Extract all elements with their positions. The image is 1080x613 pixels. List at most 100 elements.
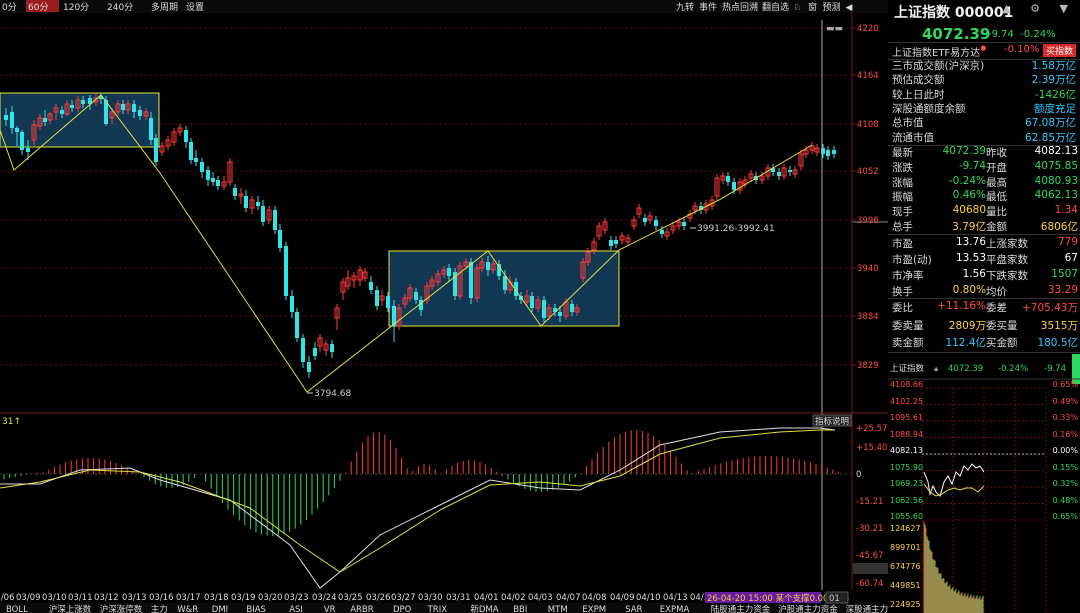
candle-body xyxy=(307,362,311,372)
indicator-tab[interactable]: 沪深上涨数 xyxy=(49,604,92,613)
candle-body xyxy=(732,182,736,190)
period-tab[interactable]: 多周期 xyxy=(151,1,178,13)
candle-body xyxy=(194,158,198,162)
indicator-tab[interactable]: 深股通主力资金 xyxy=(846,604,888,613)
price-change: -9.74 -0.24% xyxy=(988,29,1056,40)
candle-body xyxy=(132,104,136,112)
dif-line xyxy=(0,427,836,589)
indicator-help-button[interactable]: 指标说明 xyxy=(815,416,849,427)
mini-vol-tick: 124627 xyxy=(890,524,921,533)
date-tick: 03/25 xyxy=(338,593,363,603)
indicator-tab[interactable]: EXPMA xyxy=(660,605,690,613)
macd-pane[interactable]: 31↑ 指标说明 +25.57 +15.40 0 -15.21 -30.21 -45.67… xyxy=(0,414,888,589)
indicator-tab[interactable]: 主力 xyxy=(151,604,168,613)
candle-body xyxy=(256,202,260,206)
toolbar-tab[interactable]: 预测 xyxy=(823,2,841,13)
low-annotation: 3794.68 xyxy=(314,389,351,399)
kline-chart[interactable]: 0分 60分 120分 240分 多周期 设置 九转 事件 热点回溯 翻自选 ♘ 窗预测 ◀ ▬▬ 3… xyxy=(0,0,888,613)
candle-body xyxy=(558,312,562,316)
candle-body xyxy=(20,132,24,150)
candle-body xyxy=(10,112,14,128)
indicator-tab[interactable]: TRIX xyxy=(427,605,448,613)
svg-text:-9.74: -9.74 xyxy=(1044,364,1066,374)
candle-body xyxy=(295,312,299,338)
date-tick: 04/09 xyxy=(610,593,635,603)
candle-body xyxy=(375,290,379,306)
summary-row: 三市成交额(沪深京) 1.58万亿 xyxy=(892,60,1076,72)
price-tick: 3940 xyxy=(857,264,879,274)
toolbar-tab[interactable]: ♘ xyxy=(794,3,802,13)
candle-body xyxy=(154,138,158,162)
indicator-tab[interactable]: BBI xyxy=(513,605,527,613)
toolbar-tab[interactable]: 九转 xyxy=(676,1,694,13)
indicator-tab[interactable]: EXPM xyxy=(582,605,606,613)
stock-title: 上证指数 000001 xyxy=(894,5,1014,21)
toolbar-tab[interactable]: 翻自选 xyxy=(762,1,789,13)
candle-body xyxy=(654,220,658,226)
candle-body xyxy=(660,230,664,234)
candle-body xyxy=(542,300,546,318)
date-tick: 03/06 xyxy=(0,593,15,603)
indicator-tab[interactable]: DPO xyxy=(393,605,412,613)
price-tick: 4164 xyxy=(857,71,879,81)
date-tick: 03/26 xyxy=(366,593,391,603)
date-tick: 04/13 xyxy=(663,593,688,603)
toolbar-tab[interactable]: ◀ xyxy=(846,3,853,13)
buy-index-button[interactable]: 买指数 xyxy=(1042,44,1076,57)
period-tab[interactable]: 设置 xyxy=(186,2,204,13)
candle-body xyxy=(149,118,153,140)
svg-text:31↑: 31↑ xyxy=(2,417,21,427)
period-tab[interactable]: 240分 xyxy=(107,2,133,13)
indicator-tab[interactable]: 沪股通主力资金 xyxy=(778,604,838,613)
mini-vol-tick: 224925 xyxy=(890,600,921,609)
summary-row: 较上日此时 -1426亿 xyxy=(892,88,1076,101)
indicator-tab[interactable]: SAR xyxy=(625,605,642,613)
indicator-tab[interactable]: DMI xyxy=(212,605,228,613)
candle-body xyxy=(826,150,830,156)
candle-body xyxy=(486,262,490,270)
candle-body xyxy=(777,172,781,176)
date-tick: 03/30 xyxy=(418,593,443,603)
candle-body xyxy=(682,222,686,226)
macd-tick: +15.40 xyxy=(856,443,887,453)
mini-vol-tick: 449851 xyxy=(890,581,921,590)
mini-price-tick: 1088.94 xyxy=(890,429,924,439)
mini-pct-tick: 0.00% xyxy=(1052,446,1078,455)
price-tick: 4052 xyxy=(857,167,879,177)
header-icons[interactable]: ▲ ⚙ ▼ xyxy=(1002,2,1076,15)
period-tab[interactable]: 0分 xyxy=(2,2,17,13)
indicator-tab[interactable]: W&R xyxy=(177,605,198,613)
period-tab[interactable]: 60分 xyxy=(28,2,48,13)
indicator-tab[interactable]: VR xyxy=(324,605,336,613)
price-tick: 4108 xyxy=(857,120,879,130)
candle-body xyxy=(469,262,473,298)
summary-row: 总市值 67.08万亿 xyxy=(892,117,1076,130)
indicator-tab[interactable]: 新DMA xyxy=(470,604,498,613)
toolbar-tab[interactable]: 事件 xyxy=(699,1,717,13)
mini-vol-tick: 674776 xyxy=(890,562,921,571)
toolbar-tab[interactable]: 窗 xyxy=(808,1,817,13)
mini-vol-tick: 899701 xyxy=(890,543,921,552)
candle-body xyxy=(244,196,248,208)
date-tick: 03/23 xyxy=(284,593,309,603)
indicator-tab[interactable]: MTM xyxy=(548,605,568,613)
date-tick: 03/24 xyxy=(312,593,337,603)
indicator-tab[interactable]: BIAS xyxy=(246,605,266,613)
indicator-tab[interactable]: ASI xyxy=(289,605,303,613)
toolbar-tab[interactable]: 热点回溯 xyxy=(722,1,758,13)
date-tick: 04/08 xyxy=(582,593,607,603)
indicator-tab[interactable]: ARBR xyxy=(350,605,374,613)
mini-pct-tick: 0.33% xyxy=(1052,413,1078,422)
macd-tick: -45.67 xyxy=(856,551,883,561)
indicator-tab[interactable]: 沪深涨停数 xyxy=(100,604,143,613)
macd-tick: -15.21 xyxy=(856,497,883,507)
indicator-tab[interactable]: 陆股通主力资金 xyxy=(711,604,771,613)
candle-body xyxy=(278,230,282,248)
candle-body xyxy=(643,218,647,222)
indicator-tab[interactable]: BOLL xyxy=(6,605,28,613)
candle-body xyxy=(184,130,188,142)
candle-body xyxy=(26,148,30,152)
period-tab[interactable]: 120分 xyxy=(63,2,89,13)
date-tick: 04/07 xyxy=(556,593,581,603)
macd-tick: 0 xyxy=(856,470,861,480)
